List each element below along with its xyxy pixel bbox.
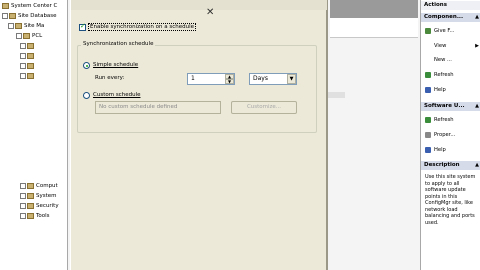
enable-schedule-label[interactable]: Enable synchronization on a schedule bbox=[88, 23, 197, 31]
properties-icon bbox=[425, 131, 431, 138]
help-icon bbox=[425, 86, 431, 93]
help-icon bbox=[425, 146, 431, 153]
schedule-groupbox bbox=[77, 45, 317, 133]
enable-schedule-checkbox[interactable] bbox=[79, 22, 86, 31]
expand-icon[interactable] bbox=[20, 62, 26, 69]
spin-down-icon[interactable]: ▼ bbox=[225, 79, 234, 84]
collapse-arrow-icon[interactable]: ▲ bbox=[475, 102, 479, 111]
action-help[interactable]: Help bbox=[421, 86, 480, 95]
folder-icon bbox=[27, 42, 34, 49]
action-give[interactable]: Give F... bbox=[421, 27, 480, 36]
folder-icon bbox=[15, 22, 22, 29]
folder-icon bbox=[27, 52, 34, 59]
refresh-icon bbox=[425, 71, 431, 78]
close-icon[interactable]: ✕ bbox=[206, 8, 214, 18]
collapse-arrow-icon[interactable]: ▲ bbox=[475, 13, 479, 22]
collapse-icon[interactable] bbox=[16, 32, 22, 39]
tree-item[interactable] bbox=[20, 52, 36, 61]
tree-item-tools[interactable]: Tools bbox=[20, 212, 50, 221]
site-icon bbox=[23, 32, 30, 39]
tree-item-system[interactable]: System bbox=[20, 192, 57, 201]
expand-icon[interactable] bbox=[20, 202, 26, 209]
actions-section-description[interactable]: Description ▲ bbox=[421, 161, 480, 170]
tree-item[interactable] bbox=[20, 42, 36, 51]
actions-pane: Actions Componen... ▲ Give F... View ▶ New… bbox=[420, 0, 480, 270]
collapse-icon[interactable] bbox=[2, 12, 8, 19]
collapse-arrow-icon[interactable]: ▲ bbox=[475, 161, 479, 170]
custom-schedule-label[interactable]: Custom schedule bbox=[93, 92, 140, 99]
give-icon bbox=[425, 27, 431, 34]
results-header bbox=[330, 0, 418, 18]
action-refresh[interactable]: Refresh bbox=[421, 71, 480, 80]
console-tree: System Center C Site Database Site Ma PC… bbox=[0, 0, 68, 270]
run-every-spinner[interactable]: ▲ ▼ bbox=[225, 74, 234, 84]
action-properties[interactable]: Proper... bbox=[421, 131, 480, 140]
refresh-icon bbox=[425, 116, 431, 123]
database-icon bbox=[9, 12, 16, 19]
customize-button[interactable]: Customize... bbox=[231, 101, 297, 114]
folder-icon bbox=[27, 192, 34, 199]
collapse-icon[interactable] bbox=[8, 22, 14, 29]
actions-section-software-update[interactable]: Software U... ▲ bbox=[421, 102, 480, 111]
schedule-group-title: Synchronization schedule bbox=[81, 41, 156, 47]
tree-item-site-database[interactable]: Site Database bbox=[2, 12, 57, 21]
expand-icon[interactable] bbox=[20, 52, 26, 59]
action-view[interactable]: View ▶ bbox=[421, 42, 480, 51]
dialog-header-strip bbox=[71, 0, 327, 10]
tree-item[interactable] bbox=[20, 62, 36, 71]
results-row bbox=[325, 92, 345, 98]
simple-schedule-label[interactable]: Simple schedule bbox=[93, 62, 138, 69]
folder-icon bbox=[27, 182, 34, 189]
tree-item-computer[interactable]: Comput bbox=[20, 182, 58, 191]
folder-icon bbox=[27, 72, 34, 79]
action-new[interactable]: New ... bbox=[421, 56, 480, 65]
properties-dialog: Enable synchronization on a schedule Syn… bbox=[70, 0, 328, 270]
action-refresh-2[interactable]: Refresh bbox=[421, 116, 480, 125]
expand-icon[interactable] bbox=[20, 212, 26, 219]
folder-icon bbox=[27, 62, 34, 69]
tree-item-pcl[interactable]: PCL bbox=[16, 32, 42, 41]
custom-schedule-field: No custom schedule defined bbox=[95, 101, 221, 114]
tree-item-site-management[interactable]: Site Ma bbox=[8, 22, 44, 31]
actions-title: Actions bbox=[421, 1, 480, 10]
run-every-label: Run every: bbox=[95, 75, 125, 81]
expand-icon[interactable] bbox=[20, 182, 26, 189]
description-text: Use this site system to apply to all sof… bbox=[425, 174, 476, 226]
simple-schedule-radio[interactable] bbox=[83, 62, 90, 69]
folder-icon bbox=[27, 202, 34, 209]
expand-icon[interactable] bbox=[20, 192, 26, 199]
console-icon bbox=[2, 2, 9, 9]
results-band bbox=[330, 18, 418, 38]
tree-item[interactable] bbox=[20, 72, 36, 81]
enable-schedule-row[interactable]: Enable synchronization on a schedule bbox=[77, 21, 317, 33]
expand-icon[interactable] bbox=[20, 42, 26, 49]
view-icon bbox=[425, 43, 431, 49]
tree-item-root[interactable]: System Center C bbox=[2, 2, 57, 11]
submenu-arrow-icon: ▶ bbox=[475, 43, 479, 49]
dropdown-arrow-icon[interactable]: ▼ bbox=[287, 74, 296, 84]
custom-schedule-radio[interactable] bbox=[83, 92, 90, 99]
new-icon bbox=[425, 57, 431, 63]
expand-icon[interactable] bbox=[20, 72, 26, 79]
folder-icon bbox=[27, 212, 34, 219]
action-help-2[interactable]: Help bbox=[421, 146, 480, 155]
actions-section-component[interactable]: Componen... ▲ bbox=[421, 13, 480, 22]
tree-item-security[interactable]: Security bbox=[20, 202, 59, 211]
